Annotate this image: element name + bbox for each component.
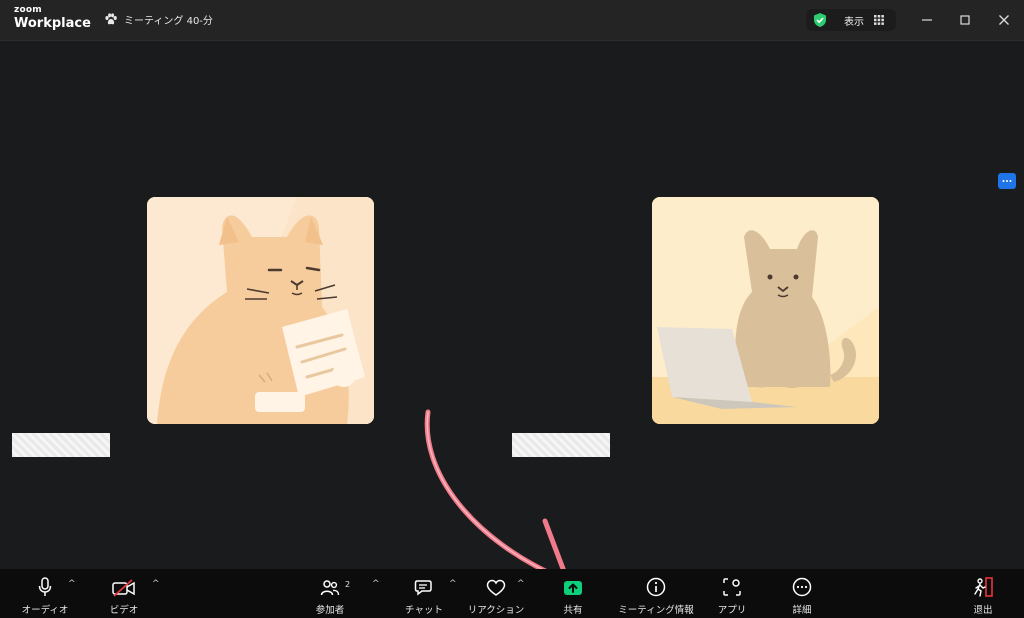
video-button[interactable]: ビデオ xyxy=(104,569,144,618)
audio-button[interactable]: オーディオ xyxy=(20,569,70,618)
more-button[interactable]: 詳細 xyxy=(782,569,822,618)
zoom-meeting-window: zoom Workplace ミーティング 40-分 表示 オーディオ ^ ビデ… xyxy=(0,0,1024,618)
apps-button[interactable]: アプリ xyxy=(712,569,752,618)
paw-icon xyxy=(105,13,117,25)
share-label: 共有 xyxy=(563,605,583,616)
more-icon xyxy=(792,577,812,597)
participants-button[interactable]: 参加者 xyxy=(310,569,350,618)
meeting-info-label: ミーティング情報 xyxy=(618,605,694,616)
close-button[interactable] xyxy=(994,10,1014,30)
shield-check-icon xyxy=(814,13,826,27)
maximize-icon xyxy=(960,15,970,25)
chat-label: チャット xyxy=(405,605,443,616)
video-off-icon xyxy=(112,579,135,597)
cat-reading-paper-illustration xyxy=(147,197,374,424)
leave-button[interactable]: 退出 xyxy=(963,569,1003,618)
more-horizontal-icon xyxy=(1002,180,1012,182)
zoom-logo: zoom Workplace xyxy=(14,5,91,31)
meeting-info-button[interactable]: ミーティング情報 xyxy=(616,569,696,618)
side-panel-toggle-button[interactable] xyxy=(998,173,1016,189)
reactions-button[interactable]: リアクション xyxy=(468,569,524,618)
participants-label: 参加者 xyxy=(315,605,345,616)
participant-name-plate-redacted xyxy=(12,433,110,457)
share-screen-icon xyxy=(564,581,582,595)
chat-options-caret[interactable]: ^ xyxy=(449,579,457,589)
logo-big-text: Workplace xyxy=(14,16,91,31)
leave-icon xyxy=(974,577,993,597)
minimize-icon xyxy=(922,19,932,21)
video-options-caret[interactable]: ^ xyxy=(152,579,160,589)
grid-icon xyxy=(874,15,884,25)
video-label: ビデオ xyxy=(109,605,139,616)
maximize-button[interactable] xyxy=(955,10,975,30)
share-screen-button[interactable]: 共有 xyxy=(553,569,593,618)
leave-label: 退出 xyxy=(973,605,993,616)
participants-options-caret[interactable]: ^ xyxy=(372,579,380,589)
close-icon xyxy=(999,15,1009,25)
apps-label: アプリ xyxy=(717,605,747,616)
participants-count-badge: 2 xyxy=(345,580,351,589)
microphone-icon xyxy=(38,577,52,596)
reactions-options-caret[interactable]: ^ xyxy=(517,579,525,589)
minimize-button[interactable] xyxy=(917,10,937,30)
apps-icon xyxy=(723,578,741,596)
participant-name-plate-redacted xyxy=(512,433,610,457)
more-label: 詳細 xyxy=(792,605,812,616)
view-label: 表示 xyxy=(844,17,864,28)
audio-options-caret[interactable]: ^ xyxy=(68,579,76,589)
logo-small-text: zoom xyxy=(14,5,42,15)
heart-icon xyxy=(486,579,506,596)
view-button[interactable]: 表示 xyxy=(806,9,896,31)
info-icon xyxy=(646,577,666,597)
meeting-title: ミーティング 40-分 xyxy=(104,12,213,27)
audio-label: オーディオ xyxy=(21,605,69,616)
participant-video-tile[interactable] xyxy=(652,197,879,424)
chat-button[interactable]: チャット xyxy=(404,569,444,618)
title-bar: zoom Workplace ミーティング 40-分 表示 xyxy=(0,0,1024,41)
meeting-toolbar: オーディオ ^ ビデオ ^ 参加者 2 ^ チャット ^ リアクション ^ 共有… xyxy=(0,569,1024,618)
chat-icon xyxy=(414,580,432,596)
cat-with-laptop-illustration xyxy=(652,197,879,424)
reactions-label: リアクション xyxy=(467,605,525,616)
meeting-title-text: ミーティング 40-分 xyxy=(124,16,213,27)
participants-icon xyxy=(320,580,340,596)
participant-video-tile[interactable] xyxy=(147,197,374,424)
